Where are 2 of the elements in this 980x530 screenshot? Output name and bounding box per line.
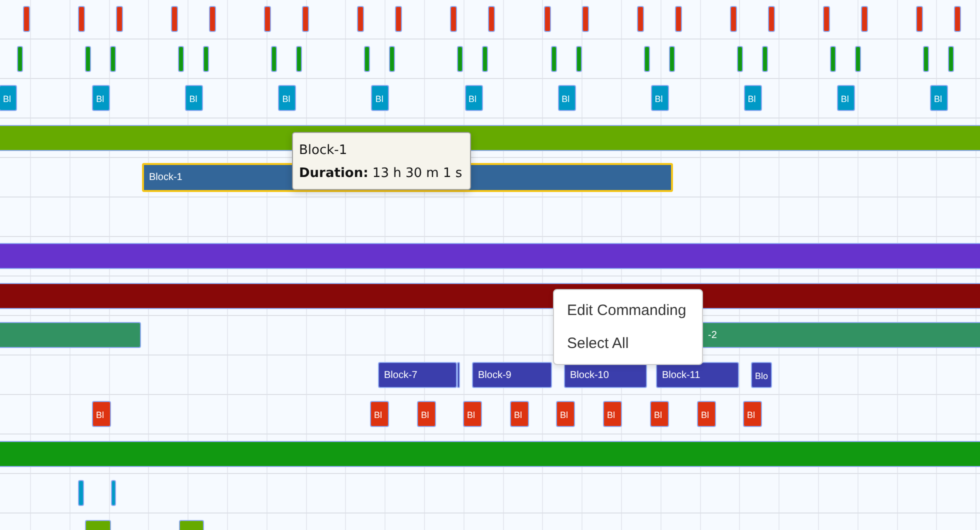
tooltip-duration: Duration: 13 h 30 m 1 s xyxy=(299,166,464,181)
tooltip-title: Block-1 xyxy=(299,143,348,158)
